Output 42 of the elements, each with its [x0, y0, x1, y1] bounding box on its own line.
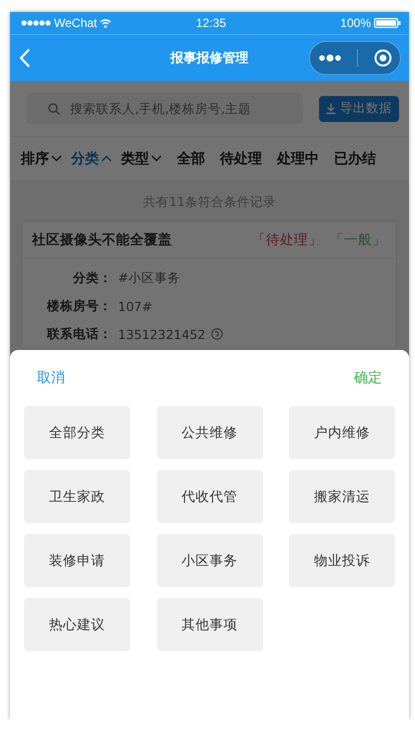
- battery-icon: [374, 18, 401, 28]
- category-option[interactable]: 热心建议: [24, 598, 130, 651]
- close-button[interactable]: [374, 49, 392, 67]
- category-option[interactable]: 搬家清运: [289, 470, 395, 523]
- more-button[interactable]: [318, 54, 342, 62]
- target-icon: [374, 49, 392, 67]
- field-value: 107#: [118, 298, 152, 314]
- category-option[interactable]: 装修申请: [24, 534, 130, 587]
- priority-label: 「一般」: [330, 231, 386, 249]
- status-label: 「待处理」: [252, 231, 322, 249]
- page-title: 报事报修管理: [170, 50, 248, 67]
- field-label: 分类：: [72, 270, 112, 286]
- field-value: 13512321452: [118, 326, 206, 342]
- caret-icon: [51, 155, 62, 162]
- category-option[interactable]: 其他事项: [156, 598, 262, 651]
- filter-dropdown[interactable]: 类型: [121, 150, 162, 168]
- field-value: #小区事务: [118, 270, 180, 286]
- carrier-name: WeChat: [54, 16, 98, 30]
- download-icon: [326, 103, 336, 114]
- category-option[interactable]: 卫生家政: [24, 470, 130, 523]
- wifi-icon: [100, 18, 112, 28]
- filter-tab[interactable]: 处理中: [277, 150, 319, 168]
- category-option[interactable]: 代收代管: [156, 470, 262, 523]
- filter-tab[interactable]: 全部: [177, 150, 205, 168]
- signal-icon: [21, 20, 51, 26]
- battery-percent: 100%: [340, 16, 371, 30]
- filter-tab[interactable]: 待处理: [220, 150, 262, 168]
- caret-icon: [101, 155, 112, 162]
- record-title: 社区摄像头不能全覆盖: [32, 231, 173, 249]
- field-label: 楼栋房号：: [46, 298, 112, 314]
- category-option[interactable]: 公共维修: [156, 406, 262, 459]
- more-icon: [318, 54, 342, 62]
- status-time: 12:35: [196, 16, 226, 30]
- field-label: 联系电话：: [46, 326, 112, 342]
- category-option[interactable]: 户内维修: [289, 406, 395, 459]
- search-field[interactable]: 搜索联系人,手机,楼栋房号,主题: [26, 93, 303, 124]
- filter-tab[interactable]: 已办结: [334, 150, 376, 168]
- caret-icon: [151, 155, 162, 162]
- category-option[interactable]: 全部分类: [24, 406, 130, 459]
- category-option[interactable]: 物业投诉: [289, 534, 395, 587]
- filter-dropdown[interactable]: 排序: [21, 150, 62, 168]
- category-option[interactable]: 小区事务: [156, 534, 262, 587]
